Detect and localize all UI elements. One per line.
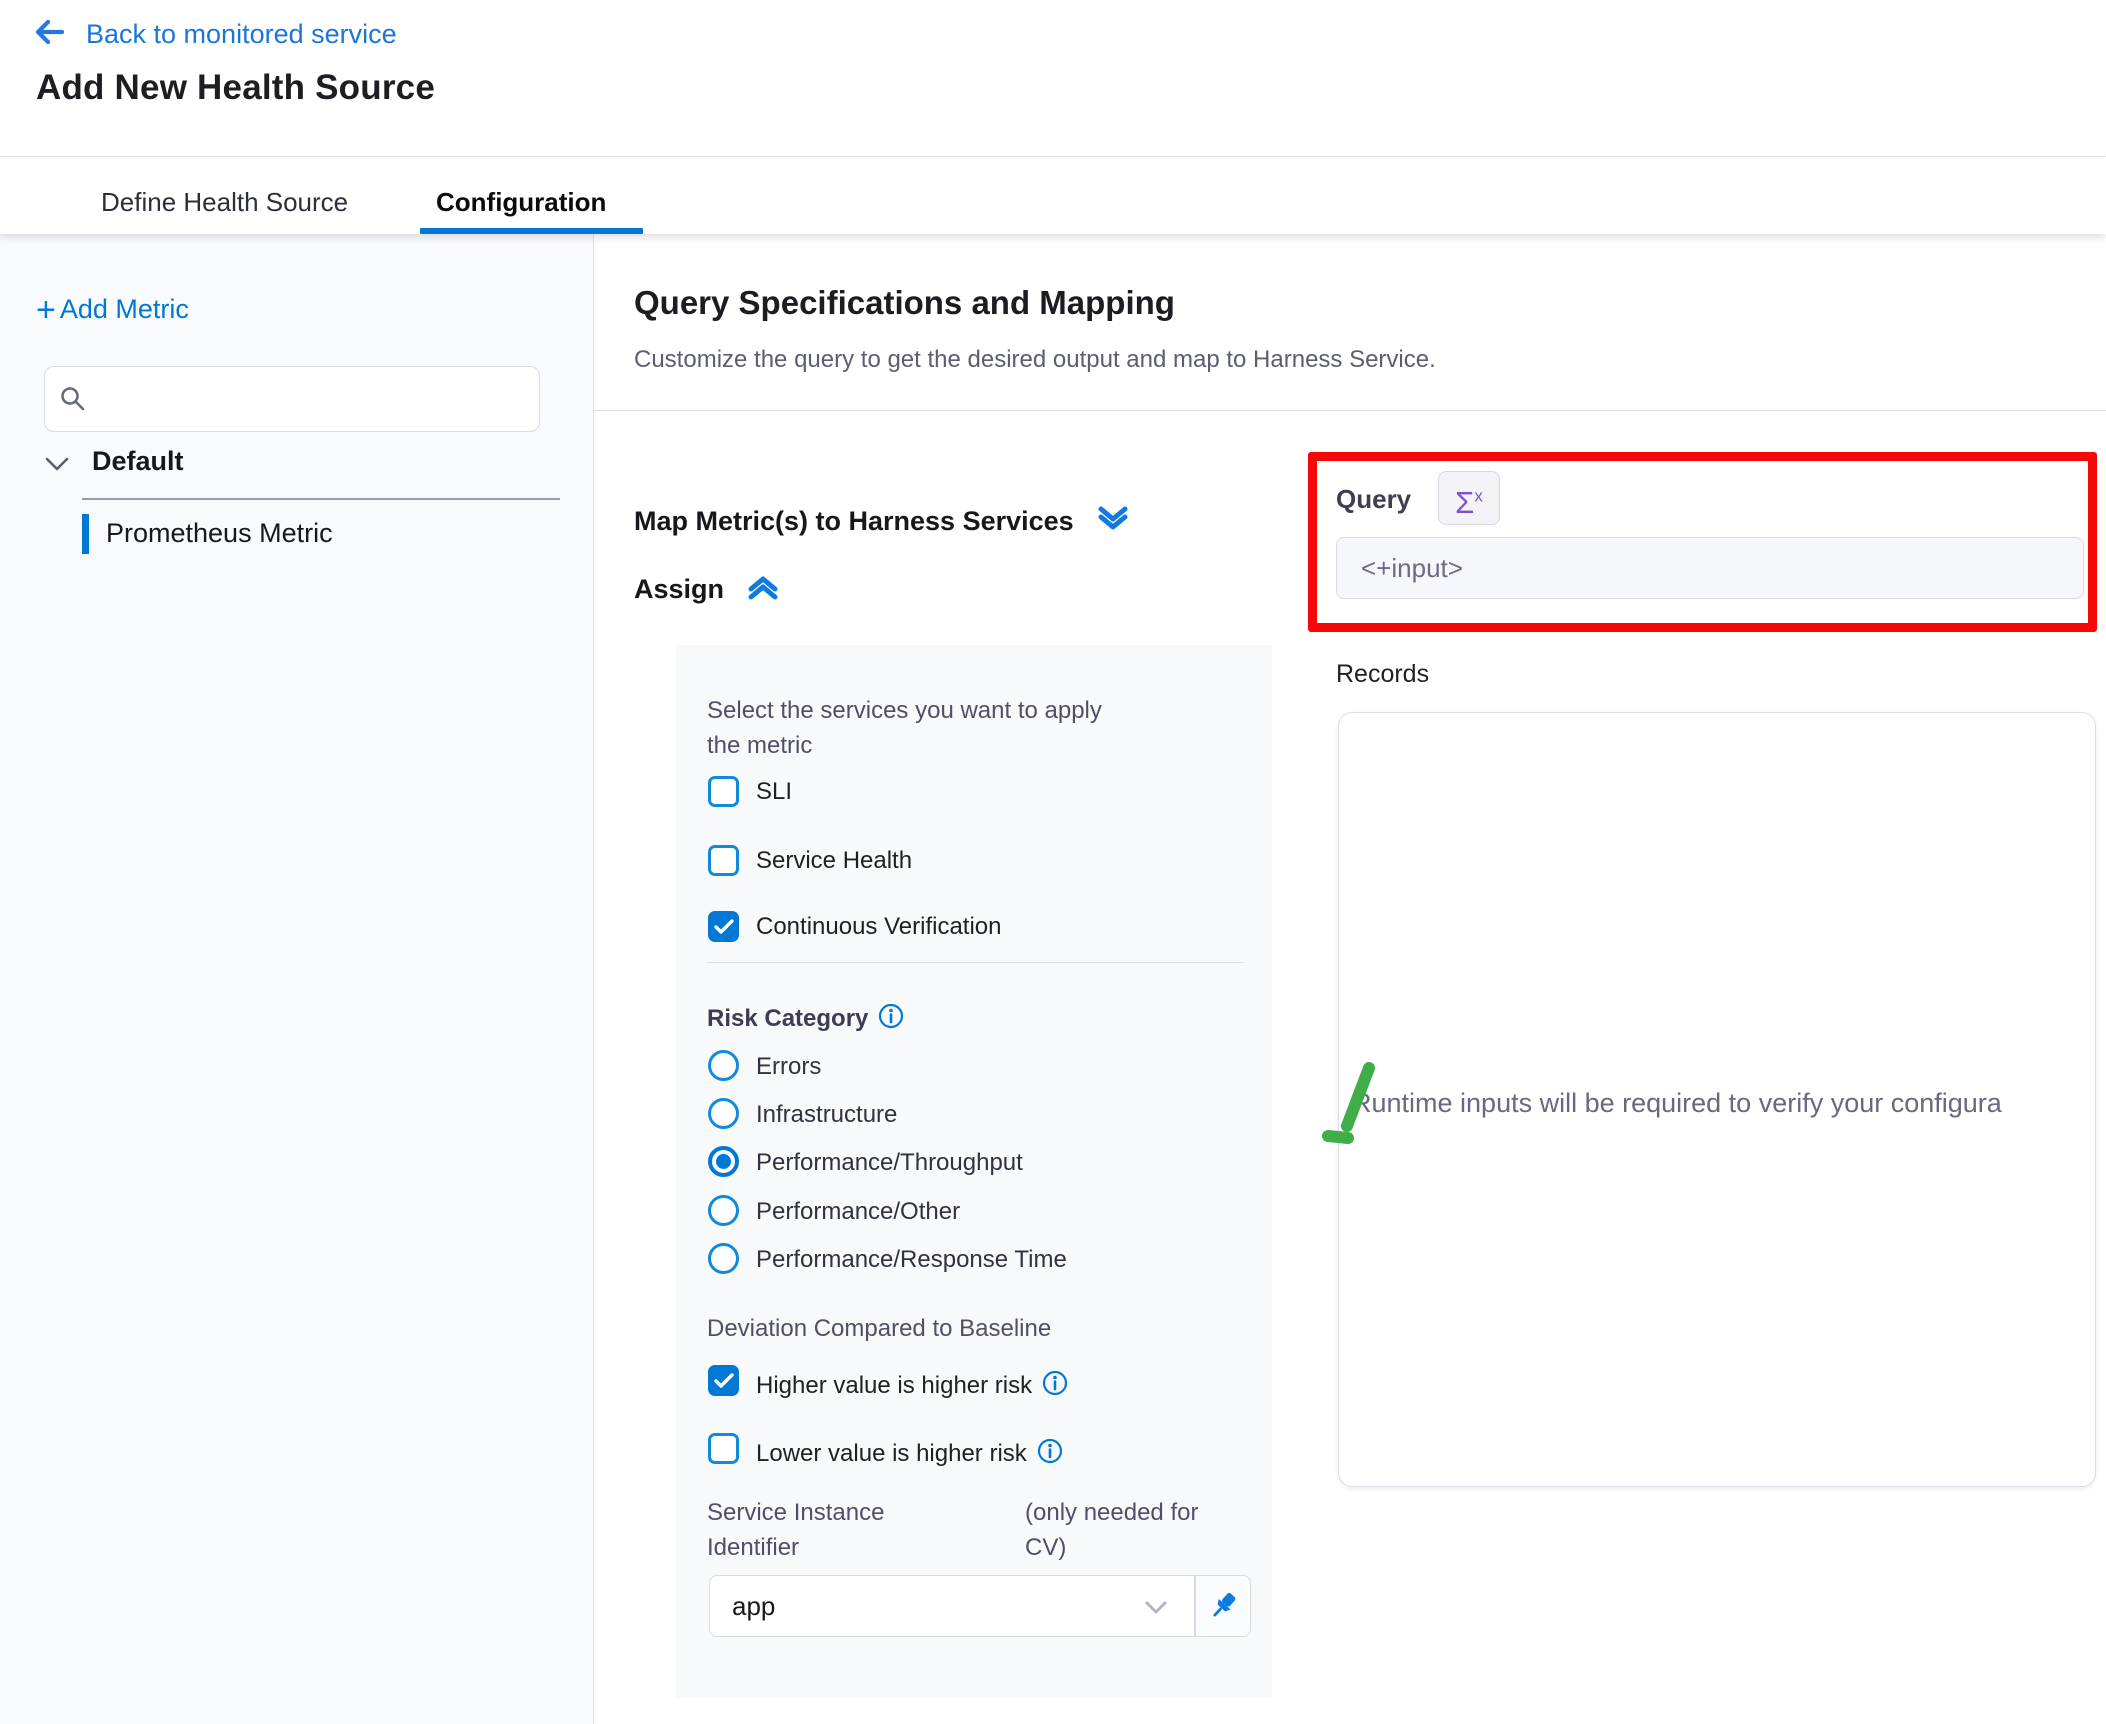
query-input-value: <+input>	[1361, 553, 1463, 584]
records-runtime-message: Runtime inputs will be required to verif…	[1352, 1088, 2002, 1119]
page-header: Back to monitored service Add New Health…	[0, 0, 2106, 157]
active-tab-underline	[420, 228, 643, 234]
radio-performance-throughput-label[interactable]: Performance/Throughput	[756, 1149, 1023, 1177]
radio-performance-other[interactable]	[708, 1195, 739, 1226]
checkbox-higher-value[interactable]	[708, 1365, 739, 1396]
check-icon	[714, 919, 734, 935]
metric-item-label: Prometheus Metric	[106, 518, 333, 549]
sidebar-group-label: Default	[92, 446, 184, 477]
checkbox-higher-value-label[interactable]: Higher value is higher risk	[756, 1367, 1068, 1400]
add-health-source-screen: Back to monitored service Add New Health…	[0, 0, 2106, 1724]
radio-performance-response-time-label[interactable]: Performance/Response Time	[756, 1246, 1067, 1274]
page-title: Add New Health Source	[36, 68, 435, 108]
chevron-down-icon	[44, 456, 70, 477]
checkbox-service-health-label[interactable]: Service Health	[756, 847, 912, 875]
back-link-label: Back to monitored service	[86, 19, 397, 50]
metrics-sidebar: + Add Metric Default Prometheus Metric	[0, 234, 594, 1724]
radio-errors-label[interactable]: Errors	[756, 1053, 821, 1081]
search-icon	[59, 385, 87, 413]
add-metric-button[interactable]: + Add Metric	[36, 294, 189, 325]
service-instance-select[interactable]: app	[709, 1575, 1195, 1637]
heading-divider	[594, 410, 2106, 411]
metric-search-box	[44, 366, 540, 432]
back-arrow-icon	[34, 18, 66, 51]
tab-bar: Define Health Source Configuration	[0, 157, 2106, 234]
map-metrics-label: Map Metric(s) to Harness Services	[634, 506, 1074, 537]
add-metric-label: Add Metric	[60, 294, 189, 325]
service-instance-hint: (only needed for CV)	[1025, 1495, 1245, 1565]
radio-infrastructure-label[interactable]: Infrastructure	[756, 1101, 897, 1129]
section-heading: Query Specifications and Mapping	[634, 284, 1175, 322]
info-icon[interactable]	[878, 1003, 904, 1036]
service-instance-identifier-label: Service Instance Identifier	[707, 1495, 947, 1565]
select-services-label: Select the services you want to apply th…	[707, 693, 1137, 763]
checkbox-sli[interactable]	[708, 776, 739, 807]
records-label: Records	[1336, 660, 1429, 689]
checkbox-continuous-verification[interactable]	[708, 911, 739, 942]
expression-sigma-button[interactable]: Σx	[1438, 471, 1500, 525]
tab-configuration[interactable]: Configuration	[436, 187, 606, 218]
assign-label: Assign	[634, 574, 724, 605]
radio-performance-response-time[interactable]	[708, 1243, 739, 1274]
checkbox-continuous-verification-label[interactable]: Continuous Verification	[756, 913, 1001, 941]
plus-icon: +	[36, 295, 56, 325]
assign-toggle[interactable]: Assign	[634, 572, 780, 607]
checkbox-service-health[interactable]	[708, 845, 739, 876]
risk-category-label: Risk Category	[707, 1000, 904, 1033]
assign-panel: Select the services you want to apply th…	[676, 645, 1272, 1698]
deviation-label: Deviation Compared to Baseline	[707, 1311, 1051, 1346]
info-icon[interactable]	[1037, 1438, 1063, 1471]
double-chevron-up-icon	[746, 572, 780, 607]
checkbox-sli-label[interactable]: SLI	[756, 778, 792, 806]
pushpin-icon	[1209, 1591, 1239, 1623]
chevron-down-icon	[1144, 1600, 1168, 1615]
query-input[interactable]: <+input>	[1336, 537, 2084, 599]
double-chevron-down-icon	[1096, 504, 1130, 539]
radio-performance-other-label[interactable]: Performance/Other	[756, 1198, 960, 1226]
info-icon[interactable]	[1042, 1370, 1068, 1403]
metric-search-input[interactable]	[99, 373, 523, 423]
radio-infrastructure[interactable]	[708, 1098, 739, 1129]
radio-errors[interactable]	[708, 1050, 739, 1081]
section-subheading: Customize the query to get the desired o…	[634, 346, 1436, 374]
checkbox-lower-value-label[interactable]: Lower value is higher risk	[756, 1435, 1063, 1468]
group-divider	[82, 498, 560, 500]
selected-indicator-bar	[82, 514, 89, 554]
back-link[interactable]: Back to monitored service	[34, 18, 397, 51]
green-check-spinner-icon	[1320, 1056, 1376, 1155]
sidebar-item-prometheus-metric[interactable]: Prometheus Metric	[0, 512, 560, 558]
sidebar-group-default[interactable]: Default	[0, 446, 560, 492]
radio-performance-throughput[interactable]	[708, 1146, 739, 1177]
service-instance-value: app	[732, 1591, 775, 1622]
panel-divider	[707, 962, 1244, 963]
tab-define-health-source[interactable]: Define Health Source	[101, 187, 348, 218]
check-icon	[714, 1373, 734, 1389]
map-metrics-toggle[interactable]: Map Metric(s) to Harness Services	[634, 504, 1130, 539]
checkbox-lower-value[interactable]	[708, 1433, 739, 1464]
query-label: Query	[1336, 484, 1411, 515]
pin-runtime-input-button[interactable]	[1195, 1575, 1251, 1637]
